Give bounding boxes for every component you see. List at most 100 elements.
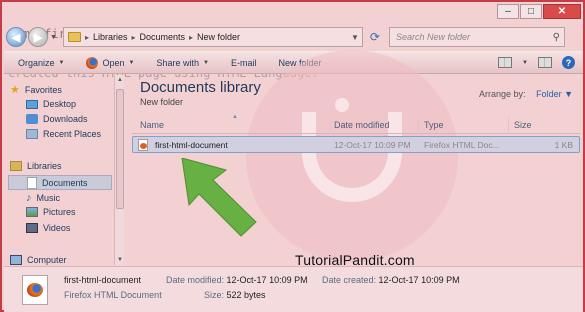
- details-date-modified: Date modified: 12-Oct-17 10:09 PM: [166, 275, 308, 285]
- window-controls: – □ ✕: [497, 4, 581, 19]
- pictures-icon: [26, 207, 38, 217]
- crumb-separator-icon[interactable]: ▸: [131, 33, 135, 42]
- file-date-modified: 12-Oct-17 10:09 PM: [334, 140, 411, 150]
- nav-item-label: Videos: [43, 223, 71, 233]
- chevron-down-icon: ▼: [58, 59, 65, 66]
- date-modified-label: Date modified:: [166, 275, 225, 285]
- recent-pages-dropdown[interactable]: ▼: [50, 34, 57, 41]
- folder-icon: [67, 32, 81, 42]
- library-subtitle: New folder: [140, 97, 184, 107]
- nav-item-videos[interactable]: Videos: [26, 223, 70, 233]
- open-button[interactable]: Open ▼: [86, 56, 135, 69]
- nav-item-label: Music: [36, 193, 61, 203]
- file-name: first-html-document: [155, 140, 228, 150]
- scroll-up-icon[interactable]: ▲: [115, 77, 125, 83]
- help-icon[interactable]: ?: [562, 56, 575, 69]
- pointer-arrow-annotation: [181, 158, 257, 237]
- chevron-down-icon[interactable]: ▼: [522, 60, 528, 66]
- nav-computer[interactable]: Computer: [10, 255, 67, 265]
- nav-item-music[interactable]: ♪ Music: [26, 192, 60, 204]
- firefox-document-icon: [22, 275, 48, 305]
- column-date-modified[interactable]: Date modified: [334, 120, 390, 130]
- open-label: Open: [102, 57, 125, 68]
- maximize-button[interactable]: □: [520, 4, 542, 19]
- address-bar[interactable]: ▸ Libraries ▸ Documents ▸ New folder ▼: [62, 27, 363, 47]
- search-input[interactable]: Search New folder ⚲: [388, 27, 565, 47]
- nav-item-documents[interactable]: Documents: [8, 175, 112, 190]
- nav-scrollbar[interactable]: ▲ ▼: [114, 75, 124, 265]
- email-label: E-mail: [230, 57, 257, 68]
- nav-item-label: Desktop: [43, 99, 77, 109]
- nav-libraries[interactable]: Libraries: [10, 161, 62, 171]
- organize-label: Organize: [18, 57, 55, 68]
- arrange-by-dropdown[interactable]: Folder ▼: [532, 89, 573, 99]
- star-icon: ★: [10, 84, 20, 96]
- nav-item-label: Pictures: [43, 207, 76, 217]
- details-file-name: first-html-document: [64, 275, 142, 285]
- breadcrumb-documents[interactable]: Documents: [139, 32, 185, 42]
- email-button[interactable]: E-mail: [231, 58, 257, 68]
- column-name[interactable]: Name: [140, 120, 164, 130]
- column-divider[interactable]: [508, 117, 509, 134]
- nav-favorites[interactable]: ★ Favorites: [10, 83, 62, 96]
- nav-item-recent-places[interactable]: Recent Places: [26, 129, 101, 139]
- forward-arrow-icon: ▶: [33, 31, 43, 44]
- breadcrumb-libraries[interactable]: Libraries: [93, 32, 128, 42]
- documents-icon: [27, 176, 37, 189]
- sort-indicator-icon: ▲: [232, 114, 238, 120]
- nav-computer-label: Computer: [27, 255, 67, 265]
- nav-favorites-label: Favorites: [24, 84, 62, 95]
- file-size: 1 KB: [554, 140, 573, 150]
- navigation-pane: ★ Favorites Desktop Downloads Recent Pla…: [4, 75, 114, 265]
- chevron-down-icon[interactable]: ▼: [348, 33, 362, 42]
- date-created-value: 12-Oct-17 10:09 PM: [378, 275, 460, 285]
- music-icon: ♪: [26, 192, 32, 204]
- library-title: Documents library: [140, 79, 261, 96]
- size-label: Size:: [204, 290, 225, 300]
- recent-places-icon: [26, 129, 38, 139]
- column-type[interactable]: Type: [424, 120, 444, 130]
- nav-item-label: Recent Places: [43, 129, 102, 139]
- organize-button[interactable]: Organize ▼: [18, 58, 64, 68]
- breadcrumb-new-folder[interactable]: New folder: [197, 32, 240, 42]
- nav-item-downloads[interactable]: Downloads: [26, 114, 88, 124]
- column-divider[interactable]: [330, 117, 331, 134]
- search-icon[interactable]: ⚲: [553, 32, 560, 43]
- forward-button[interactable]: ▶: [28, 27, 48, 47]
- computer-icon: [10, 255, 22, 265]
- videos-icon: [26, 223, 38, 233]
- address-row: ◀ ▶ ▼ ▸ Libraries ▸ Documents ▸ New fold…: [6, 24, 583, 50]
- minimize-button[interactable]: –: [497, 4, 519, 19]
- back-button[interactable]: ◀: [6, 27, 26, 47]
- refresh-icon[interactable]: ⟳: [365, 27, 385, 47]
- crumb-separator-icon[interactable]: ▸: [85, 33, 89, 42]
- arrange-by-label: Arrange by:: [479, 89, 526, 99]
- back-arrow-icon: ◀: [11, 31, 21, 44]
- arrange-by-value: Folder: [536, 89, 562, 99]
- nav-item-desktop[interactable]: Desktop: [26, 99, 76, 109]
- crumb-separator-icon[interactable]: ▸: [189, 33, 193, 42]
- search-placeholder: Search New folder: [395, 32, 470, 42]
- table-row[interactable]: first-html-document 12-Oct-17 10:09 PM F…: [132, 136, 580, 153]
- close-button[interactable]: ✕: [543, 4, 581, 19]
- file-type: Firefox HTML Doc...: [424, 140, 500, 150]
- chevron-down-icon: ▼: [128, 59, 135, 66]
- details-date-created: Date created: 12-Oct-17 10:09 PM: [322, 275, 460, 285]
- nav-libraries-label: Libraries: [27, 161, 62, 171]
- column-size[interactable]: Size: [514, 120, 532, 130]
- share-with-label: Share with: [156, 57, 199, 68]
- details-pane: first-html-document Firefox HTML Documen…: [4, 266, 583, 312]
- column-divider[interactable]: [418, 117, 419, 134]
- nav-item-pictures[interactable]: Pictures: [26, 207, 76, 217]
- nav-item-label: Downloads: [43, 114, 88, 124]
- preview-pane-icon[interactable]: [538, 57, 552, 68]
- scroll-down-icon[interactable]: ▼: [115, 257, 125, 263]
- desktop-icon: [26, 99, 38, 109]
- share-with-button[interactable]: Share with ▼: [156, 58, 208, 68]
- chevron-down-icon: ▼: [203, 59, 209, 66]
- scrollbar-thumb[interactable]: [116, 89, 124, 209]
- firefox-icon: [86, 56, 99, 69]
- change-view-icon[interactable]: [498, 57, 513, 68]
- size-value: 522 bytes: [226, 290, 266, 300]
- explorer-window: s my first HTML document. created this H…: [0, 0, 585, 312]
